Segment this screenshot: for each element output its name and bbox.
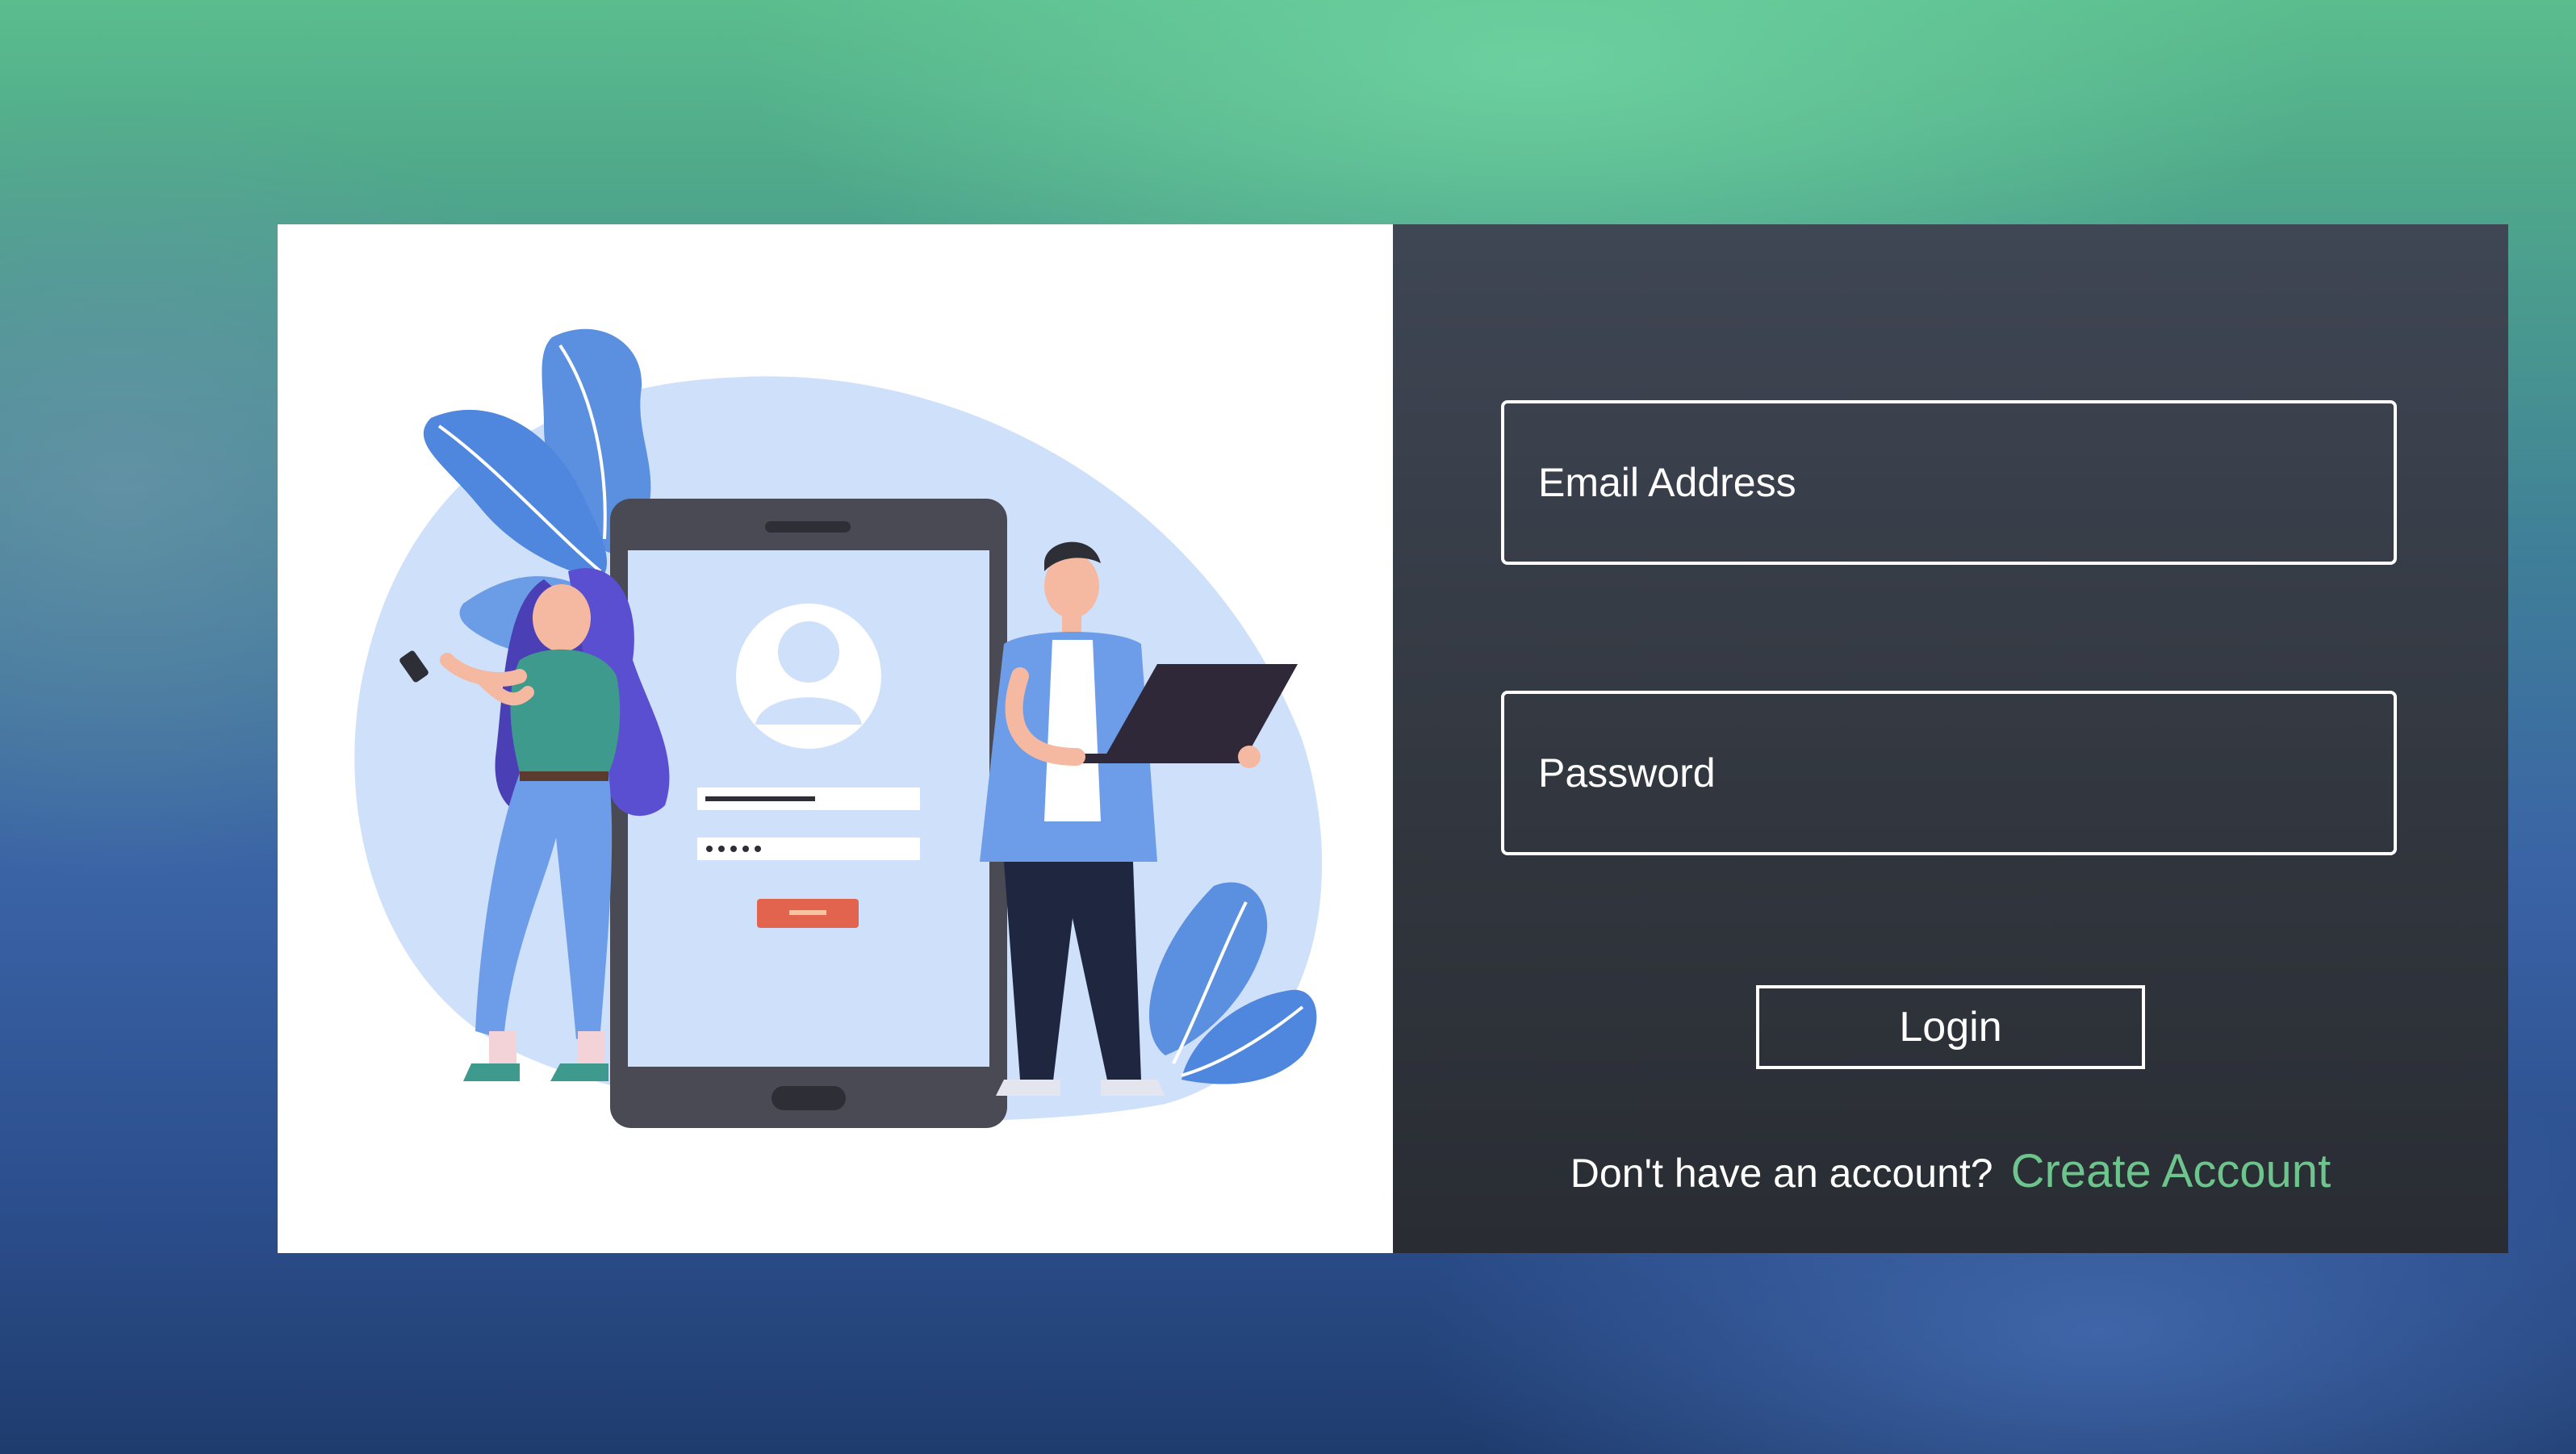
login-button[interactable]: Login xyxy=(1756,985,2145,1069)
password-field[interactable] xyxy=(1501,691,2397,855)
create-account-link[interactable]: Create Account xyxy=(2011,1145,2331,1197)
signup-prompt: Don't have an account? xyxy=(1570,1151,1993,1196)
login-form-panel: Login Don't have an account? Create Accou… xyxy=(1393,224,2508,1253)
login-card: Login Don't have an account? Create Accou… xyxy=(278,224,2508,1253)
login-illustration xyxy=(354,328,1323,1128)
smartphone-icon xyxy=(610,499,1007,1128)
email-field[interactable] xyxy=(1501,400,2397,565)
illustration-panel xyxy=(278,224,1393,1253)
signup-line: Don't have an account? Create Account xyxy=(1393,1144,2508,1198)
person-avatar-icon xyxy=(736,604,881,749)
